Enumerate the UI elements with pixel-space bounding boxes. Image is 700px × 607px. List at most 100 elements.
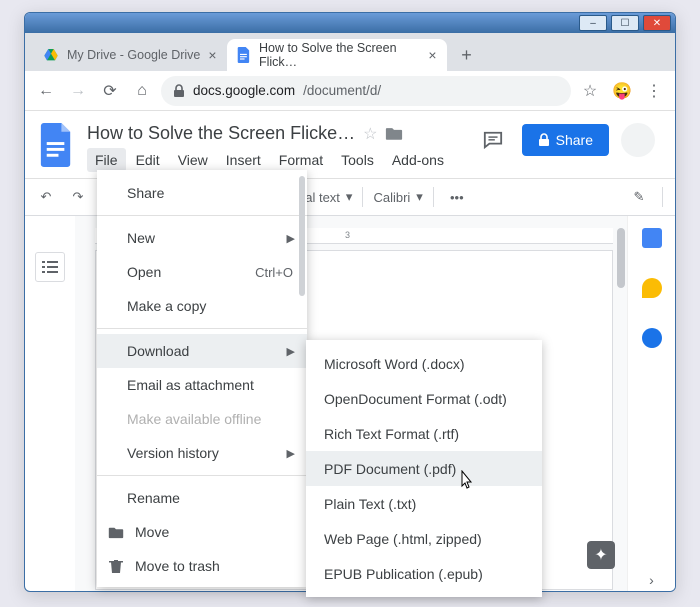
- browser-menu-icon[interactable]: ⋮: [641, 78, 667, 104]
- tasks-icon[interactable]: [642, 328, 662, 348]
- menu-separator: [97, 475, 307, 476]
- star-icon[interactable]: ☆: [363, 124, 377, 144]
- menu-item-move[interactable]: Move: [97, 515, 307, 549]
- docs-icon: [237, 47, 251, 63]
- document-title[interactable]: How to Solve the Screen Flicke…: [87, 123, 355, 144]
- tab-close-icon[interactable]: ×: [428, 47, 436, 63]
- back-button[interactable]: ←: [33, 78, 59, 104]
- menu-item-make-copy[interactable]: Make a copy: [97, 289, 307, 323]
- menu-edit[interactable]: Edit: [128, 148, 168, 172]
- browser-tab-docs[interactable]: How to Solve the Screen Flick… ×: [227, 39, 447, 71]
- browser-toolbar: ← → ⟳ ⌂ docs.google.com/document/d/ ☆ 😜 …: [25, 71, 675, 111]
- lock-icon: [538, 133, 550, 147]
- menu-label: Make available offline: [127, 411, 261, 427]
- download-html[interactable]: Web Page (.html, zipped): [306, 521, 542, 556]
- menu-label: PDF Document (.pdf): [324, 461, 456, 477]
- separator: [433, 187, 434, 207]
- forward-button[interactable]: →: [65, 78, 91, 104]
- share-button[interactable]: Share: [522, 124, 609, 156]
- docs-app-icon[interactable]: [39, 123, 75, 167]
- menu-separator: [97, 215, 307, 216]
- menu-label: Rename: [127, 490, 180, 506]
- more-tools-icon[interactable]: •••: [444, 184, 470, 210]
- extension-icon[interactable]: 😜: [609, 78, 635, 104]
- bookmark-star-icon[interactable]: ☆: [577, 78, 603, 104]
- url-path: /document/d/: [303, 83, 381, 98]
- titlebar: – ☐ ✕: [25, 13, 675, 33]
- menu-item-new[interactable]: New▶: [97, 221, 307, 255]
- shortcut-label: Ctrl+O: [255, 265, 293, 280]
- docs-header: How to Solve the Screen Flicke… ☆ File E…: [25, 111, 675, 172]
- menu-item-email[interactable]: Email as attachment: [97, 368, 307, 402]
- menu-tools[interactable]: Tools: [333, 148, 382, 172]
- menu-label: Version history: [127, 445, 219, 461]
- menu-label: Microsoft Word (.docx): [324, 356, 465, 372]
- undo-button[interactable]: ↶: [33, 184, 59, 210]
- download-odt[interactable]: OpenDocument Format (.odt): [306, 381, 542, 416]
- collapse-panel-icon[interactable]: ›: [649, 572, 654, 588]
- mouse-cursor-icon: [456, 470, 474, 492]
- menu-label: Web Page (.html, zipped): [324, 531, 482, 547]
- submenu-arrow-icon: ▶: [287, 345, 295, 358]
- menu-item-offline: Make available offline: [97, 402, 307, 436]
- menu-item-download[interactable]: Download▶: [97, 334, 307, 368]
- menu-label: Make a copy: [127, 298, 206, 314]
- menu-label: Move to trash: [135, 558, 220, 574]
- font-label: Calibri: [373, 190, 410, 205]
- download-submenu: Microsoft Word (.docx) OpenDocument Form…: [306, 340, 542, 597]
- drive-icon: [43, 47, 59, 63]
- explore-button[interactable]: ✦: [587, 541, 615, 569]
- move-folder-icon[interactable]: [385, 126, 403, 141]
- font-select[interactable]: Calibri ▾: [373, 189, 422, 205]
- home-button[interactable]: ⌂: [129, 78, 155, 104]
- menu-format[interactable]: Format: [271, 148, 331, 172]
- document-outline-icon[interactable]: [35, 252, 65, 282]
- download-pdf[interactable]: PDF Document (.pdf): [306, 451, 542, 486]
- menubar: File Edit View Insert Format Tools Add-o…: [87, 148, 464, 172]
- chevron-down-icon: ▾: [416, 189, 423, 205]
- menu-label: Open: [127, 264, 161, 280]
- menu-item-share[interactable]: Share: [97, 176, 307, 210]
- menu-addons[interactable]: Add-ons: [384, 148, 452, 172]
- menu-label: OpenDocument Format (.odt): [324, 391, 507, 407]
- editing-mode-button[interactable]: ✎: [626, 184, 652, 210]
- menu-item-version-history[interactable]: Version history ▶: [97, 436, 307, 470]
- menu-item-trash[interactable]: Move to trash: [97, 549, 307, 583]
- menu-item-open[interactable]: Open Ctrl+O: [97, 255, 307, 289]
- submenu-arrow-icon: ▶: [287, 447, 295, 460]
- chevron-down-icon: ▾: [346, 189, 353, 205]
- vertical-scrollbar[interactable]: [615, 228, 625, 568]
- comments-icon[interactable]: [476, 123, 510, 157]
- menu-file[interactable]: File: [87, 148, 126, 172]
- download-docx[interactable]: Microsoft Word (.docx): [306, 346, 542, 381]
- menu-item-rename[interactable]: Rename: [97, 481, 307, 515]
- separator: [362, 187, 363, 207]
- side-panel: ›: [627, 216, 675, 592]
- url-host: docs.google.com: [193, 83, 295, 98]
- maximize-button[interactable]: ☐: [611, 15, 639, 31]
- new-tab-button[interactable]: +: [453, 41, 481, 69]
- submenu-arrow-icon: ▶: [287, 232, 295, 245]
- tab-label: How to Solve the Screen Flick…: [259, 41, 420, 69]
- tab-label: My Drive - Google Drive: [67, 48, 200, 62]
- download-txt[interactable]: Plain Text (.txt): [306, 486, 542, 521]
- download-rtf[interactable]: Rich Text Format (.rtf): [306, 416, 542, 451]
- scrollbar-thumb[interactable]: [617, 228, 625, 288]
- tab-close-icon[interactable]: ×: [208, 47, 216, 63]
- redo-button[interactable]: ↷: [65, 184, 91, 210]
- keep-icon[interactable]: [642, 278, 662, 298]
- menu-insert[interactable]: Insert: [218, 148, 269, 172]
- separator: [662, 187, 663, 207]
- menu-view[interactable]: View: [170, 148, 216, 172]
- close-button[interactable]: ✕: [643, 15, 671, 31]
- minimize-button[interactable]: –: [579, 15, 607, 31]
- menu-label: Email as attachment: [127, 377, 254, 393]
- browser-tab-drive[interactable]: My Drive - Google Drive ×: [33, 39, 227, 71]
- calendar-icon[interactable]: [642, 228, 662, 248]
- account-avatar[interactable]: [621, 123, 655, 157]
- reload-button[interactable]: ⟳: [97, 78, 123, 104]
- menu-label: EPUB Publication (.epub): [324, 566, 483, 582]
- address-bar[interactable]: docs.google.com/document/d/: [161, 76, 571, 106]
- menu-label: Move: [135, 524, 169, 540]
- download-epub[interactable]: EPUB Publication (.epub): [306, 556, 542, 591]
